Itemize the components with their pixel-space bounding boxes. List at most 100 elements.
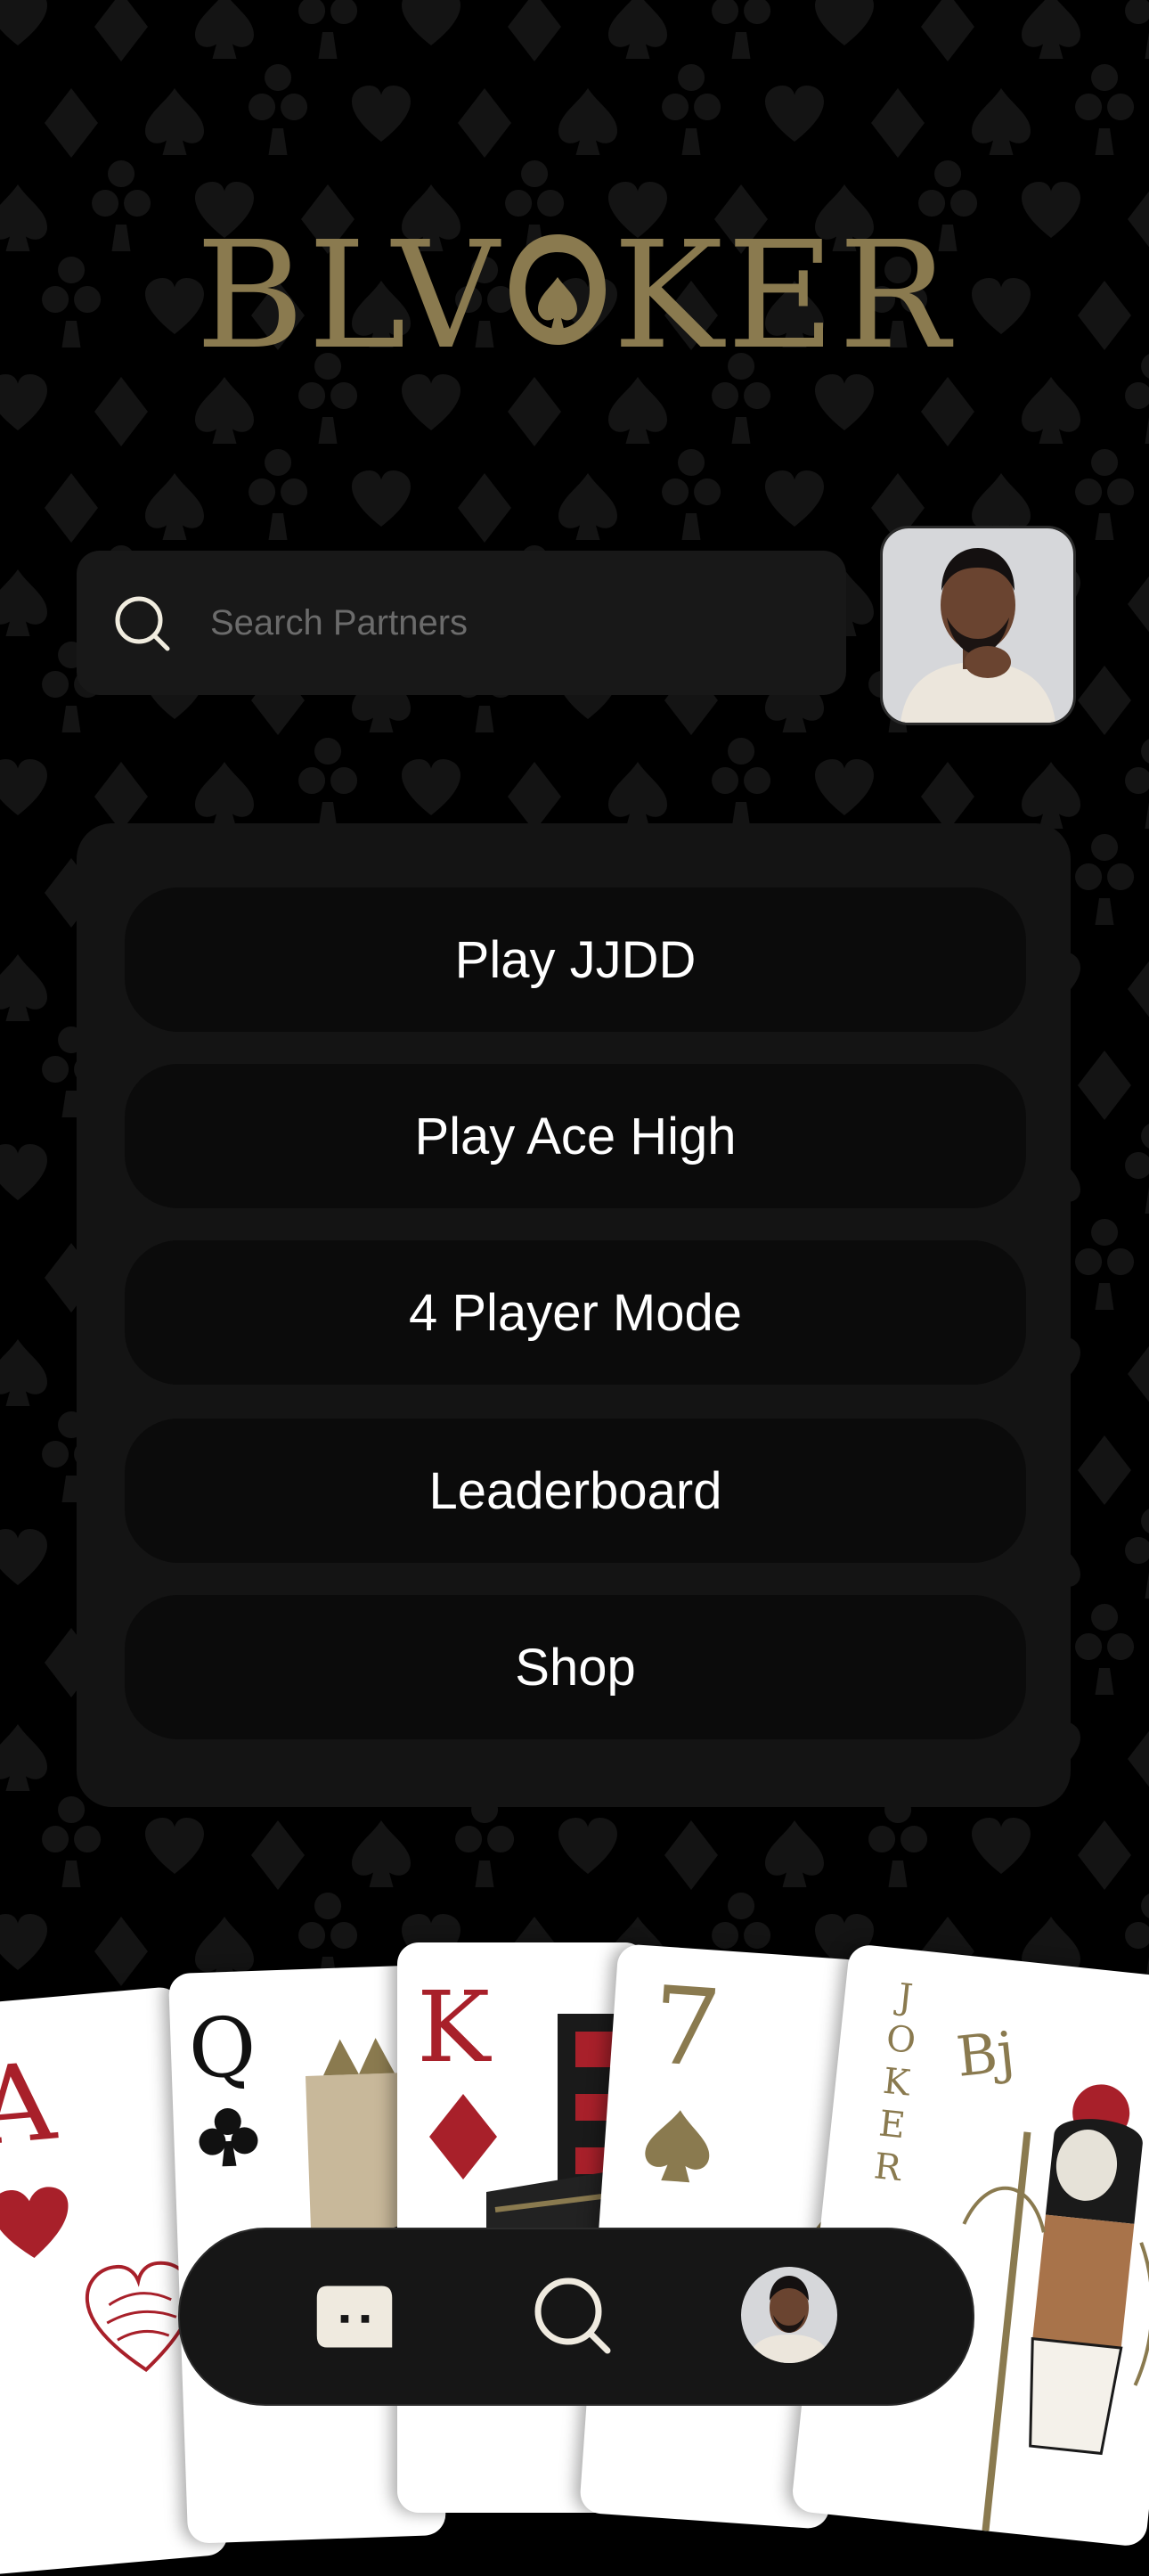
search-bar[interactable] <box>77 551 846 695</box>
pattern-suit <box>921 0 974 61</box>
pattern-suit <box>1078 1051 1131 1120</box>
pattern-suit <box>1125 739 1149 829</box>
shop-button[interactable]: Shop <box>125 1595 1026 1739</box>
club-icon <box>199 2108 258 2167</box>
svg-text:Bj: Bj <box>953 2019 1017 2089</box>
bottom-navigation <box>178 2228 974 2406</box>
logo-text-blv: BLV <box>195 210 503 382</box>
card-rank-joker: JOKER <box>872 1975 918 2190</box>
pattern-suit <box>558 88 617 155</box>
pattern-suit <box>94 762 148 831</box>
pattern-suit <box>1078 1820 1131 1890</box>
pattern-suit <box>249 449 308 540</box>
pattern-suit <box>145 88 204 155</box>
pattern-suit <box>815 374 874 430</box>
pattern-suit <box>1022 0 1080 59</box>
pattern-suit <box>815 0 874 45</box>
pattern-suit <box>1022 377 1080 444</box>
pattern-suit <box>195 762 254 829</box>
pattern-suit <box>921 377 974 446</box>
pattern-suit <box>662 64 721 155</box>
pattern-suit <box>608 0 667 59</box>
pattern-suit <box>1128 961 1149 1018</box>
pattern-suit <box>664 1820 718 1890</box>
pattern-suit <box>42 1796 102 1887</box>
search-input[interactable] <box>210 593 816 652</box>
pattern-suit <box>298 738 358 829</box>
pattern-suit <box>1022 762 1080 829</box>
pattern-suit <box>402 0 460 45</box>
search-icon <box>115 596 170 651</box>
profile-avatar-large[interactable] <box>880 526 1076 725</box>
pattern-suit <box>1128 1730 1149 1787</box>
pattern-suit <box>921 762 974 831</box>
pattern-suit <box>508 0 561 61</box>
pattern-suit <box>972 88 1031 155</box>
pattern-suit <box>195 0 254 59</box>
pattern-suit <box>145 1818 204 1874</box>
pattern-suit <box>765 1820 824 1887</box>
pattern-suit <box>608 762 667 829</box>
pattern-suit <box>0 569 47 636</box>
pattern-suit <box>1075 449 1135 540</box>
pattern-suit <box>1075 1604 1135 1695</box>
pattern-suit <box>195 377 254 444</box>
pattern-suit <box>1078 1435 1131 1505</box>
pattern-suit <box>0 374 47 430</box>
pattern-suit <box>508 377 561 446</box>
pattern-suit <box>765 86 824 142</box>
card-rank: Q <box>187 1999 258 2098</box>
pattern-suit <box>352 86 411 142</box>
pattern-suit <box>455 1796 515 1887</box>
pattern-suit <box>402 759 460 815</box>
pattern-suit <box>662 449 721 540</box>
pattern-suit <box>94 0 148 61</box>
play-ace-high-button[interactable]: Play Ace High <box>125 1064 1026 1208</box>
pattern-suit <box>868 1796 928 1887</box>
pattern-suit <box>1125 1124 1149 1214</box>
pattern-suit <box>402 374 460 430</box>
pattern-suit <box>1128 576 1149 633</box>
spade-icon <box>645 2110 710 2183</box>
pattern-suit <box>0 1724 47 1791</box>
app-logo: BLV KER <box>0 223 1149 371</box>
pattern-suit <box>94 377 148 446</box>
card-rank: A <box>0 2040 61 2171</box>
pattern-suit <box>1125 0 1149 59</box>
leaderboard-button[interactable]: Leaderboard <box>125 1419 1026 1563</box>
pattern-suit <box>972 1818 1031 1874</box>
pattern-suit <box>458 88 511 158</box>
pattern-suit <box>558 473 617 540</box>
pattern-suit <box>0 1144 47 1200</box>
pattern-suit <box>0 1339 47 1406</box>
pattern-suit <box>508 762 561 831</box>
pattern-suit <box>558 1818 617 1874</box>
pattern-suit <box>0 759 47 815</box>
game-menu-panel: Play JJDD Play Ace High 4 Player Mode Le… <box>77 823 1071 1807</box>
pattern-suit <box>1125 1509 1149 1599</box>
search-icon[interactable] <box>529 2272 618 2361</box>
pattern-suit <box>0 954 47 1021</box>
pattern-suit <box>1078 666 1131 735</box>
pattern-suit <box>871 88 925 158</box>
pattern-suit <box>352 470 411 527</box>
profile-photo <box>883 528 1073 723</box>
pattern-suit <box>1075 834 1135 925</box>
pattern-suit <box>608 377 667 444</box>
pattern-suit <box>45 473 98 543</box>
chat-icon[interactable] <box>312 2272 397 2361</box>
pattern-suit <box>352 1820 411 1887</box>
four-player-mode-button[interactable]: 4 Player Mode <box>125 1240 1026 1385</box>
pattern-suit <box>298 0 357 59</box>
pattern-suit <box>0 0 47 45</box>
pattern-suit <box>45 88 98 158</box>
pattern-suit <box>145 473 204 540</box>
heart-icon <box>0 2187 69 2258</box>
profile-avatar[interactable] <box>739 2265 839 2365</box>
pattern-suit <box>0 1529 47 1585</box>
play-jjdd-button[interactable]: Play JJDD <box>125 887 1026 1032</box>
card-rank: K <box>417 1970 491 2084</box>
pattern-suit <box>458 473 511 543</box>
pattern-suit <box>251 1820 305 1890</box>
card-rank: 7 <box>648 1964 725 2093</box>
